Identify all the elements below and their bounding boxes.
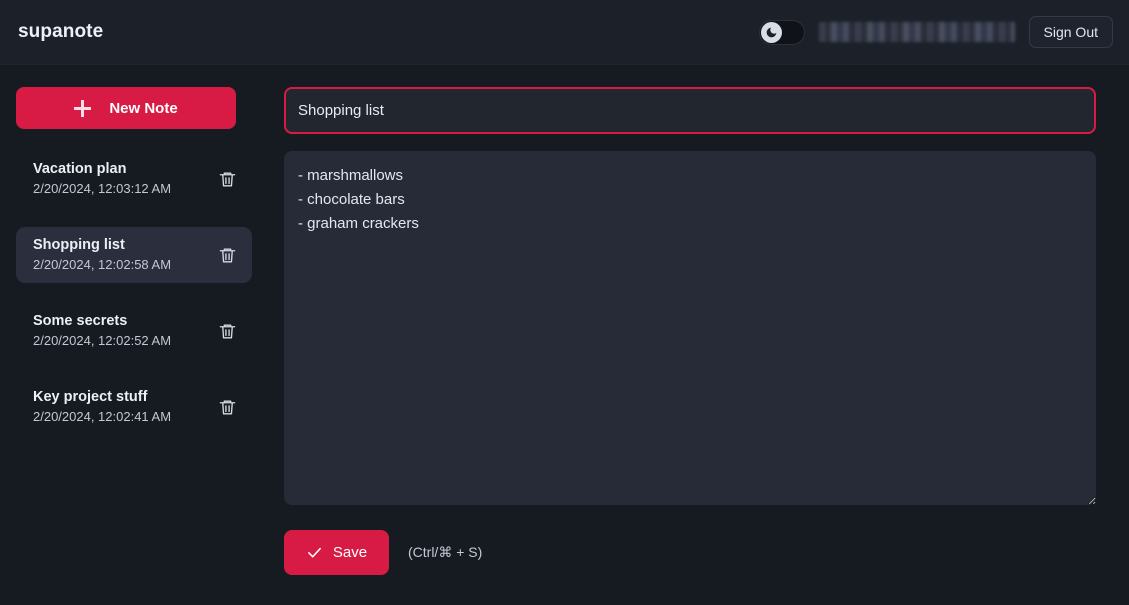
save-label: Save <box>332 544 368 561</box>
theme-toggle[interactable] <box>758 19 805 45</box>
trash-icon <box>218 170 237 189</box>
note-date: 2/20/2024, 12:03:12 AM <box>33 180 172 196</box>
list-item[interactable]: Shopping list 2/20/2024, 12:02:58 AM <box>16 227 252 283</box>
note-list: Vacation plan 2/20/2024, 12:03:12 AM Sho… <box>16 151 252 435</box>
note-text: Vacation plan 2/20/2024, 12:03:12 AM <box>33 161 171 197</box>
user-email <box>818 22 1015 42</box>
note-text: Key project stuff 2/20/2024, 12:02:41 AM <box>33 389 171 425</box>
app-header: supanote Sign Out <box>0 0 1129 65</box>
list-item[interactable]: Key project stuff 2/20/2024, 12:02:41 AM <box>16 379 252 435</box>
save-button[interactable]: Save <box>284 530 389 575</box>
delete-note-button[interactable] <box>214 242 241 269</box>
note-text: Some secrets 2/20/2024, 12:02:52 AM <box>33 313 171 349</box>
moon-icon <box>760 21 782 43</box>
note-editor: Save (Ctrl/⌘ + S) <box>268 65 1129 605</box>
delete-note-button[interactable] <box>214 318 241 345</box>
save-row: Save (Ctrl/⌘ + S) <box>284 530 1096 575</box>
note-body-textarea[interactable] <box>284 151 1096 505</box>
plus-icon <box>74 99 92 117</box>
delete-note-button[interactable] <box>214 394 241 421</box>
app-brand: supanote <box>18 21 104 42</box>
delete-note-button[interactable] <box>214 166 241 193</box>
new-note-label: New Note <box>109 99 178 117</box>
note-title: Shopping list <box>33 237 125 254</box>
header-actions: Sign Out <box>758 16 1113 48</box>
list-item[interactable]: Some secrets 2/20/2024, 12:02:52 AM <box>16 303 252 359</box>
sidebar: New Note Vacation plan 2/20/2024, 12:03:… <box>0 65 268 605</box>
note-title: Some secrets <box>33 313 128 330</box>
sign-out-button[interactable]: Sign Out <box>1028 16 1113 48</box>
note-title-input[interactable] <box>284 87 1096 134</box>
app-body: New Note Vacation plan 2/20/2024, 12:03:… <box>0 65 1129 605</box>
note-date: 2/20/2024, 12:02:58 AM <box>33 256 172 272</box>
new-note-button[interactable]: New Note <box>16 87 236 129</box>
note-date: 2/20/2024, 12:02:52 AM <box>33 332 172 348</box>
note-title: Vacation plan <box>33 161 127 178</box>
note-date: 2/20/2024, 12:02:41 AM <box>33 408 172 424</box>
trash-icon <box>218 246 237 265</box>
list-item[interactable]: Vacation plan 2/20/2024, 12:03:12 AM <box>16 151 252 207</box>
trash-icon <box>218 398 237 417</box>
check-icon <box>307 547 321 558</box>
note-text: Shopping list 2/20/2024, 12:02:58 AM <box>33 237 171 273</box>
trash-icon <box>218 322 237 341</box>
note-title: Key project stuff <box>33 389 148 406</box>
save-shortcut-hint: (Ctrl/⌘ + S) <box>408 544 483 560</box>
